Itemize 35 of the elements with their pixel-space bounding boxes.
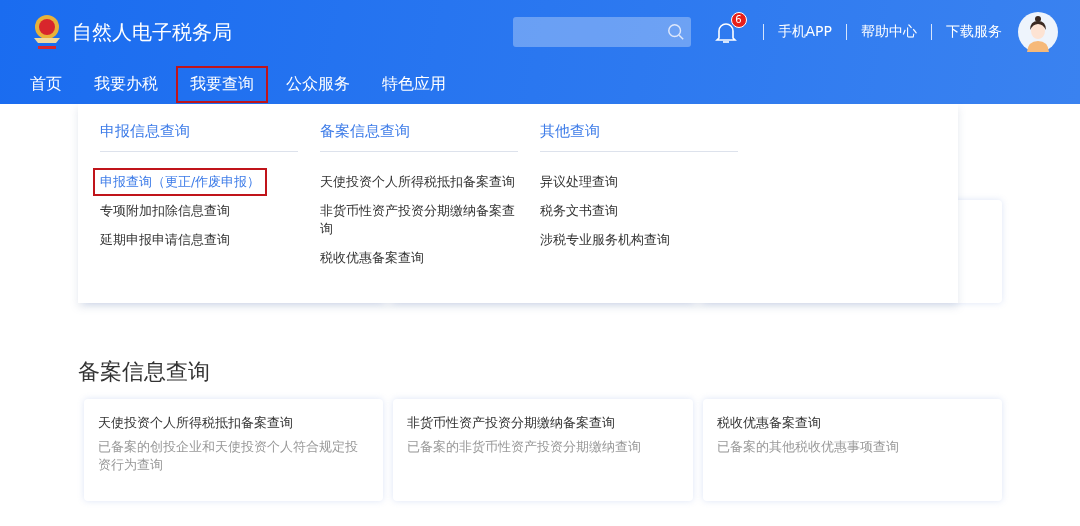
avatar-icon[interactable] (1018, 12, 1058, 52)
site-title: 自然人电子税务局 (72, 18, 232, 46)
nav-tab[interactable]: 公众服务 (272, 65, 364, 103)
menu-item[interactable]: 专项附加扣除信息查询 (93, 197, 237, 225)
search-field[interactable] (512, 17, 691, 47)
menu-item[interactable]: 申报查询（更正/作废申报） (93, 168, 268, 196)
card-title: 天使投资个人所得税抵扣备案查询 (98, 414, 294, 432)
menu-heading: 申报信息查询 (100, 122, 298, 152)
bell-icon[interactable] (714, 20, 737, 44)
card-description: 已备案的非货币性资产投资分期缴纳查询 (407, 438, 643, 456)
card-title: 税收优惠备案查询 (716, 414, 822, 432)
query-card[interactable]: 非货币性资产投资分期缴纳备案查询 已备案的非货币性资产投资分期缴纳查询 (393, 399, 693, 501)
card-description: 已备案的其他税收优惠事项查询 (716, 438, 900, 456)
menu-item[interactable]: 异议处理查询 (533, 168, 625, 196)
header-link[interactable]: 手机APP (777, 23, 832, 41)
menu-item[interactable]: 天使投资个人所得税抵扣备案查询 (313, 168, 522, 196)
nav-tab[interactable]: 我要办税 (80, 65, 172, 103)
menu-item[interactable]: 涉税专业服务机构查询 (533, 226, 677, 254)
menu-item[interactable]: 税务文书查询 (533, 197, 625, 225)
nav-tab[interactable]: 我要查询 (176, 65, 268, 103)
menu-item[interactable]: 税收优惠备案查询 (313, 244, 431, 272)
section-title: 备案信息查询 (78, 358, 211, 386)
query-card[interactable]: 税收优惠备案查询 已备案的其他税收优惠事项查询 (702, 399, 1002, 501)
menu-heading: 其他查询 (540, 122, 738, 152)
card-description: 已备案的创投企业和天使投资个人符合规定投资行为查询 (98, 438, 359, 474)
notification-badge: 6 (730, 12, 747, 28)
nav-tab[interactable]: 首页 (16, 65, 76, 103)
menu-heading: 备案信息查询 (320, 122, 518, 152)
menu-item[interactable]: 非货币性资产投资分期缴纳备案查询 (313, 197, 526, 243)
menu-item[interactable]: 延期申报申请信息查询 (93, 226, 237, 254)
header-link[interactable]: 帮助中心 (861, 23, 917, 41)
card-title: 非货币性资产投资分期缴纳备案查询 (407, 414, 617, 432)
nav-tab[interactable]: 特色应用 (368, 65, 460, 103)
query-card[interactable]: 天使投资个人所得税抵扣备案查询 已备案的创投企业和天使投资个人符合规定投资行为查询 (84, 399, 384, 501)
header-link[interactable]: 下载服务 (946, 23, 1002, 41)
